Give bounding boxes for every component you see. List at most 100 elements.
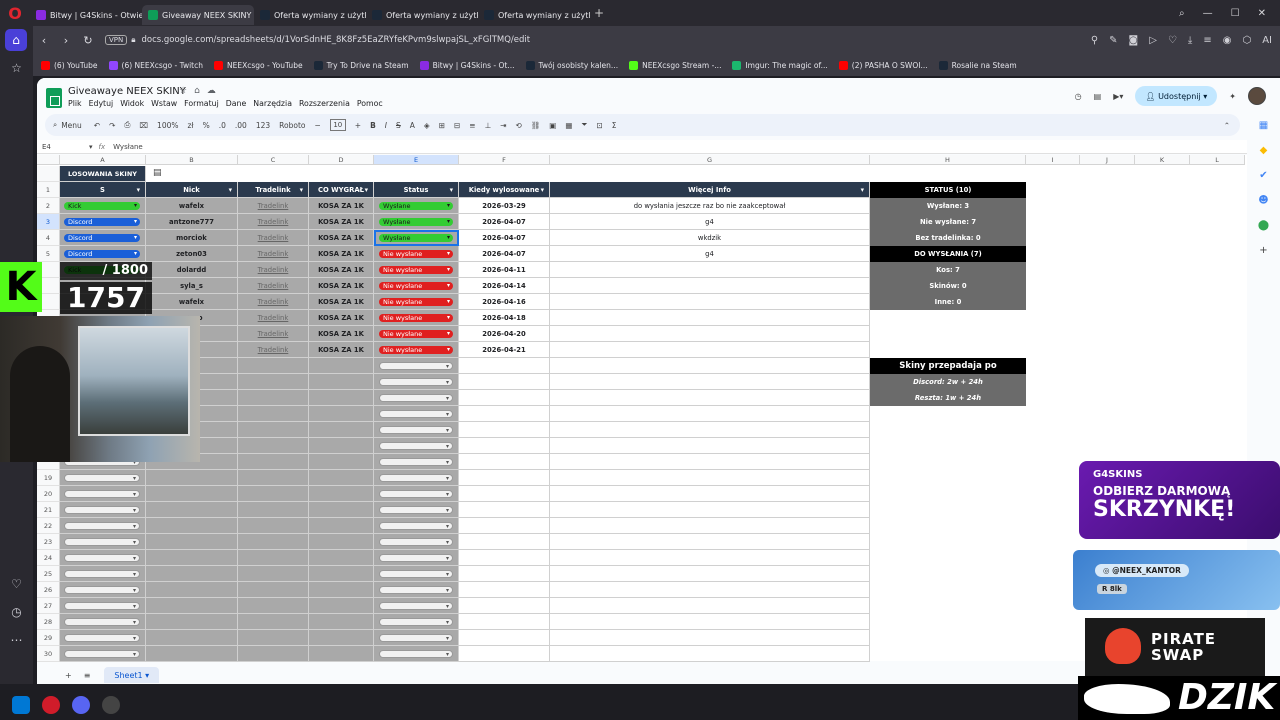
cell-link[interactable]: Tradelink bbox=[238, 294, 309, 310]
opera-taskbar-icon[interactable] bbox=[42, 696, 60, 714]
status-dropdown[interactable]: Wysłane bbox=[379, 234, 453, 242]
empty-cell[interactable] bbox=[309, 646, 374, 662]
status-dropdown-empty[interactable] bbox=[379, 538, 453, 547]
empty-cell[interactable] bbox=[550, 358, 870, 374]
cell-won[interactable]: KOSA ZA 1K bbox=[309, 262, 374, 278]
empty-cell[interactable] bbox=[459, 422, 550, 438]
collapse-toolbar-icon[interactable]: ⌃ bbox=[1224, 121, 1230, 130]
cell-date[interactable]: 2026-03-29 bbox=[459, 198, 550, 214]
empty-cell[interactable] bbox=[550, 630, 870, 646]
status-dropdown-empty[interactable] bbox=[379, 554, 453, 563]
font-size-decrease-icon[interactable]: − bbox=[314, 121, 320, 130]
cell-link[interactable]: Tradelink bbox=[238, 342, 309, 358]
empty-cell[interactable] bbox=[309, 630, 374, 646]
empty-cell[interactable] bbox=[309, 502, 374, 518]
cell-date[interactable]: 2026-04-07 bbox=[459, 214, 550, 230]
column-header-e[interactable]: E bbox=[374, 155, 459, 165]
menu-item[interactable]: Formatuj bbox=[184, 99, 219, 108]
cell-date[interactable]: 2026-04-11 bbox=[459, 262, 550, 278]
empty-cell[interactable] bbox=[459, 582, 550, 598]
empty-cell[interactable] bbox=[459, 646, 550, 662]
empty-cell[interactable] bbox=[550, 422, 870, 438]
menu-item[interactable]: Wstaw bbox=[151, 99, 177, 108]
tasks-icon[interactable]: ✔ bbox=[1259, 170, 1267, 181]
empty-cell[interactable] bbox=[550, 374, 870, 390]
italic-icon[interactable]: I bbox=[385, 121, 387, 130]
column-header-b[interactable]: B bbox=[146, 155, 238, 165]
empty-cell[interactable] bbox=[550, 582, 870, 598]
align-icon[interactable]: ≡ bbox=[469, 121, 475, 130]
empty-cell[interactable] bbox=[550, 486, 870, 502]
column-header-a[interactable]: A bbox=[60, 155, 146, 165]
link-icon[interactable]: ⛓ bbox=[531, 121, 541, 130]
row-header[interactable]: 21 bbox=[37, 502, 60, 518]
cell-nick[interactable]: antzone777 bbox=[146, 214, 238, 230]
empty-cell[interactable] bbox=[146, 566, 238, 582]
number-format-button[interactable]: 123 bbox=[256, 121, 270, 130]
zoom-icon[interactable]: ⚲ bbox=[1091, 35, 1098, 46]
status-dropdown[interactable]: Nie wysłane bbox=[379, 266, 453, 274]
empty-cell[interactable] bbox=[374, 486, 459, 502]
empty-cell[interactable] bbox=[60, 630, 146, 646]
empty-cell[interactable] bbox=[374, 566, 459, 582]
filter-dropdown-icon[interactable]: ▾ bbox=[229, 182, 232, 197]
column-header-g[interactable]: G bbox=[550, 155, 870, 165]
text-color-icon[interactable]: A bbox=[410, 121, 415, 130]
menu-item[interactable]: Dane bbox=[226, 99, 247, 108]
cell-status[interactable]: Nie wysłane bbox=[374, 262, 459, 278]
cell-nick[interactable]: zeton03 bbox=[146, 246, 238, 262]
row-header[interactable]: 1 bbox=[37, 182, 60, 198]
empty-cell[interactable] bbox=[459, 390, 550, 406]
status-dropdown-empty[interactable] bbox=[379, 650, 453, 659]
cell-won[interactable]: KOSA ZA 1K bbox=[309, 310, 374, 326]
cell-link[interactable]: Tradelink bbox=[238, 214, 309, 230]
column-header-l[interactable]: L bbox=[1190, 155, 1245, 165]
cell-date[interactable]: 2026-04-07 bbox=[459, 230, 550, 246]
empty-cell[interactable] bbox=[374, 358, 459, 374]
empty-cell[interactable] bbox=[374, 454, 459, 470]
empty-cell[interactable] bbox=[146, 646, 238, 662]
move-icon[interactable]: ⌂ bbox=[194, 86, 207, 96]
status-dropdown-empty[interactable] bbox=[379, 506, 453, 515]
empty-cell[interactable] bbox=[459, 502, 550, 518]
fill-color-icon[interactable]: ◈ bbox=[424, 121, 430, 130]
empty-cell[interactable] bbox=[550, 454, 870, 470]
empty-cell[interactable] bbox=[374, 422, 459, 438]
cell-status[interactable]: Wysłane bbox=[374, 230, 459, 246]
empty-cell[interactable] bbox=[374, 646, 459, 662]
empty-cell[interactable] bbox=[309, 422, 374, 438]
cell-date[interactable]: 2026-04-21 bbox=[459, 342, 550, 358]
empty-cell[interactable] bbox=[459, 470, 550, 486]
avatar[interactable] bbox=[1248, 87, 1266, 105]
source-dropdown-empty[interactable] bbox=[64, 618, 140, 627]
menu-item[interactable]: Rozszerzenia bbox=[299, 99, 350, 108]
browser-tab[interactable]: Bitwy | G4Skins - Otwieraj bbox=[30, 5, 142, 25]
ai-button[interactable]: AI bbox=[1262, 35, 1272, 46]
heart-icon[interactable]: ♡ bbox=[1168, 35, 1177, 46]
star-icon[interactable]: ☆ bbox=[0, 54, 33, 82]
cell-link[interactable]: Tradelink bbox=[238, 198, 309, 214]
sheets-logo-icon[interactable] bbox=[46, 88, 62, 108]
empty-cell[interactable] bbox=[309, 582, 374, 598]
empty-cell[interactable] bbox=[459, 518, 550, 534]
empty-cell[interactable] bbox=[238, 390, 309, 406]
status-dropdown-empty[interactable] bbox=[379, 618, 453, 627]
empty-cell[interactable] bbox=[459, 486, 550, 502]
comments-icon[interactable]: ▤ bbox=[1094, 92, 1102, 101]
status-dropdown-empty[interactable] bbox=[379, 442, 453, 451]
empty-cell[interactable] bbox=[550, 390, 870, 406]
empty-cell[interactable] bbox=[238, 518, 309, 534]
bookmark-item[interactable]: (6) NEEXcsgo - Twitch bbox=[108, 60, 203, 70]
browser-tab[interactable]: Oferta wymiany z użytkow bbox=[254, 5, 366, 25]
row-header[interactable]: 5 bbox=[37, 246, 60, 262]
font-select[interactable]: Roboto bbox=[279, 121, 305, 130]
empty-cell[interactable] bbox=[238, 630, 309, 646]
row-header[interactable]: 27 bbox=[37, 598, 60, 614]
empty-cell[interactable] bbox=[374, 598, 459, 614]
cell-date[interactable]: 2026-04-18 bbox=[459, 310, 550, 326]
row-header[interactable]: 30 bbox=[37, 646, 60, 662]
empty-cell[interactable] bbox=[238, 598, 309, 614]
reload-icon[interactable]: ↻ bbox=[77, 34, 99, 47]
paint-format-icon[interactable]: ⌧ bbox=[139, 121, 148, 130]
filter-dropdown-icon[interactable]: ▾ bbox=[861, 182, 864, 197]
